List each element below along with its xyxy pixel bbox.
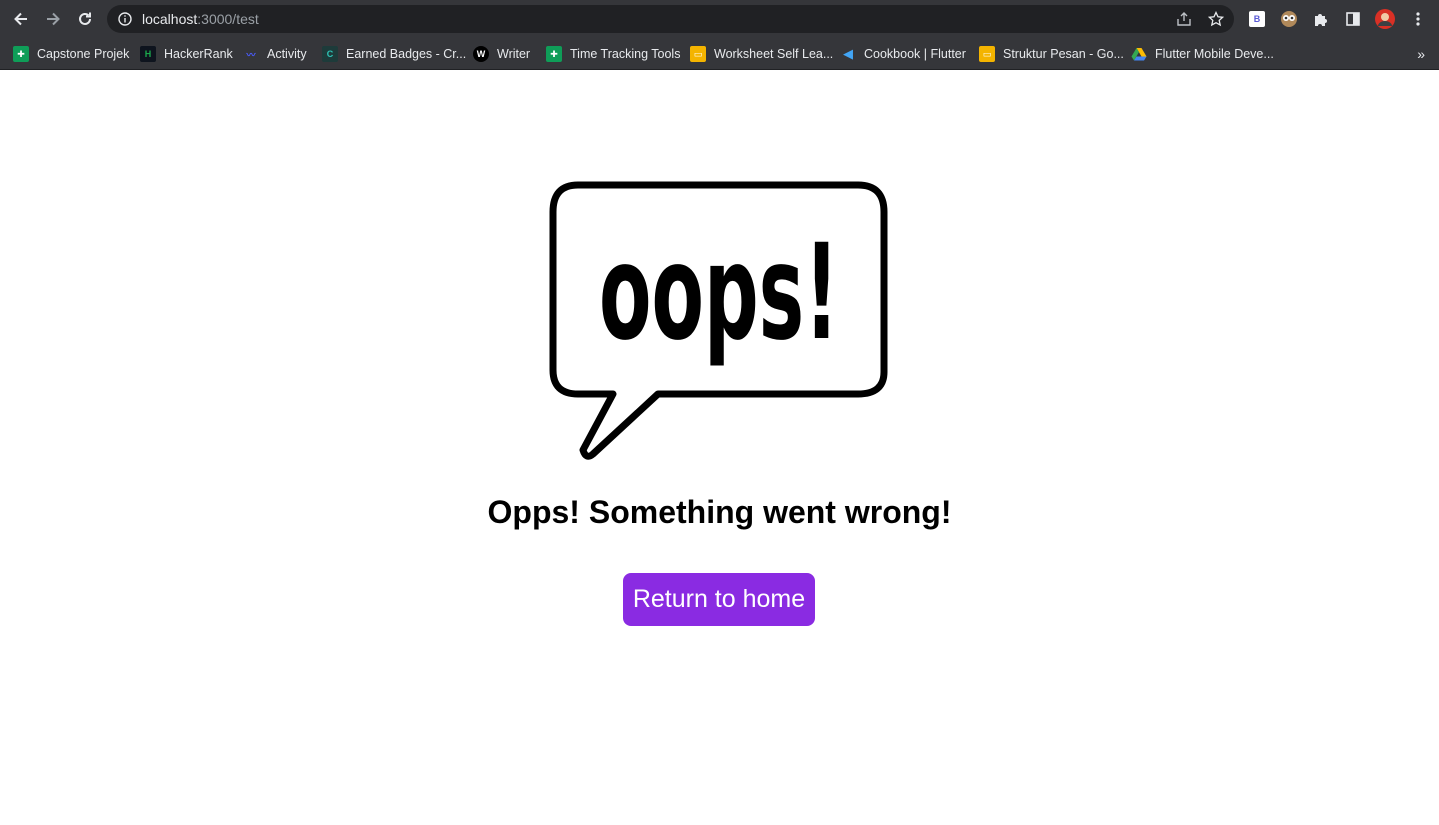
avatar bbox=[1375, 9, 1395, 29]
hackerrank-icon: H bbox=[140, 46, 156, 62]
chevron-double-right-icon[interactable]: » bbox=[1417, 46, 1425, 62]
drive-icon bbox=[1131, 48, 1147, 61]
share-icon[interactable] bbox=[1176, 11, 1192, 27]
oops-text: oops! bbox=[599, 216, 839, 370]
star-icon[interactable] bbox=[1208, 11, 1224, 27]
bookmark-label: Struktur Pesan - Go... bbox=[1003, 47, 1124, 61]
sheets-icon: ✚ bbox=[546, 46, 562, 62]
writer-icon: W bbox=[473, 46, 489, 62]
profile-button[interactable] bbox=[1373, 7, 1397, 31]
bookmark-item[interactable]: ▭ Worksheet Self Lea... bbox=[690, 38, 833, 70]
extensions-button[interactable] bbox=[1309, 7, 1333, 31]
return-home-button[interactable]: Return to home bbox=[623, 573, 815, 626]
bookmark-label: HackerRank bbox=[164, 47, 233, 61]
page-content: oops! Opps! Something went wrong! Return… bbox=[0, 70, 1439, 825]
oops-illustration: oops! bbox=[548, 180, 893, 465]
bookmark-item[interactable]: 〰 Activity bbox=[243, 38, 307, 70]
extension-b-icon: B bbox=[1249, 11, 1265, 27]
bookmark-item[interactable]: ✚ Capstone Projek bbox=[13, 38, 129, 70]
arrow-right-icon bbox=[47, 12, 60, 26]
slides-icon: ▭ bbox=[690, 46, 706, 62]
owl-icon bbox=[1281, 11, 1297, 27]
url-host: localhost bbox=[142, 11, 198, 27]
bookmark-item[interactable]: H HackerRank bbox=[140, 38, 233, 70]
bookmark-label: Activity bbox=[267, 47, 307, 61]
bookmark-item[interactable]: C Earned Badges - Cr... bbox=[322, 38, 466, 70]
bookmark-item[interactable]: ◀ Cookbook | Flutter bbox=[840, 38, 966, 70]
extension-b-button[interactable]: B bbox=[1245, 7, 1269, 31]
slides-icon: ▭ bbox=[979, 46, 995, 62]
bookmark-item[interactable]: Flutter Mobile Deve... bbox=[1131, 38, 1274, 70]
bookmark-label: Cookbook | Flutter bbox=[864, 47, 966, 61]
arrow-left-icon bbox=[14, 12, 27, 26]
forward-button[interactable] bbox=[41, 7, 65, 31]
bookmark-label: Earned Badges - Cr... bbox=[346, 47, 467, 61]
puzzle-icon bbox=[1315, 14, 1327, 26]
url-path: :3000/test bbox=[197, 11, 259, 27]
more-vert-icon bbox=[1416, 12, 1420, 26]
back-button[interactable] bbox=[9, 7, 33, 31]
bookmark-item[interactable]: ▭ Struktur Pesan - Go... bbox=[979, 38, 1124, 70]
bookmark-item[interactable]: ✚ Time Tracking Tools bbox=[546, 38, 680, 70]
browser-toolbar: localhost:3000/test B bbox=[0, 0, 1439, 38]
bookmark-label: Time Tracking Tools bbox=[570, 47, 681, 61]
reload-button[interactable] bbox=[73, 7, 97, 31]
bookmarks-bar: ✚ Capstone Projek H HackerRank 〰 Activit… bbox=[0, 38, 1439, 70]
sheets-icon: ✚ bbox=[13, 46, 29, 62]
info-icon bbox=[118, 12, 132, 26]
menu-button[interactable] bbox=[1406, 7, 1430, 31]
side-panel-button[interactable] bbox=[1341, 7, 1365, 31]
side-panel-icon bbox=[1346, 12, 1360, 26]
reload-icon bbox=[79, 12, 91, 25]
bookmark-label: Flutter Mobile Deve... bbox=[1155, 47, 1274, 61]
bookmark-item[interactable]: W Writer bbox=[473, 38, 530, 70]
extension-owl-button[interactable] bbox=[1277, 7, 1301, 31]
activity-icon: 〰 bbox=[246, 49, 256, 60]
url-text: localhost:3000/test bbox=[142, 11, 259, 27]
bookmark-label: Writer bbox=[497, 47, 531, 61]
address-bar[interactable]: localhost:3000/test bbox=[107, 5, 1234, 33]
flutter-icon: ◀ bbox=[843, 46, 853, 61]
bookmark-label: Capstone Projek bbox=[37, 47, 130, 61]
speech-bubble-icon: oops! bbox=[549, 181, 888, 460]
credly-icon: C bbox=[322, 46, 338, 62]
bookmark-label: Worksheet Self Lea... bbox=[714, 47, 834, 61]
error-heading: Opps! Something went wrong! bbox=[487, 494, 952, 530]
